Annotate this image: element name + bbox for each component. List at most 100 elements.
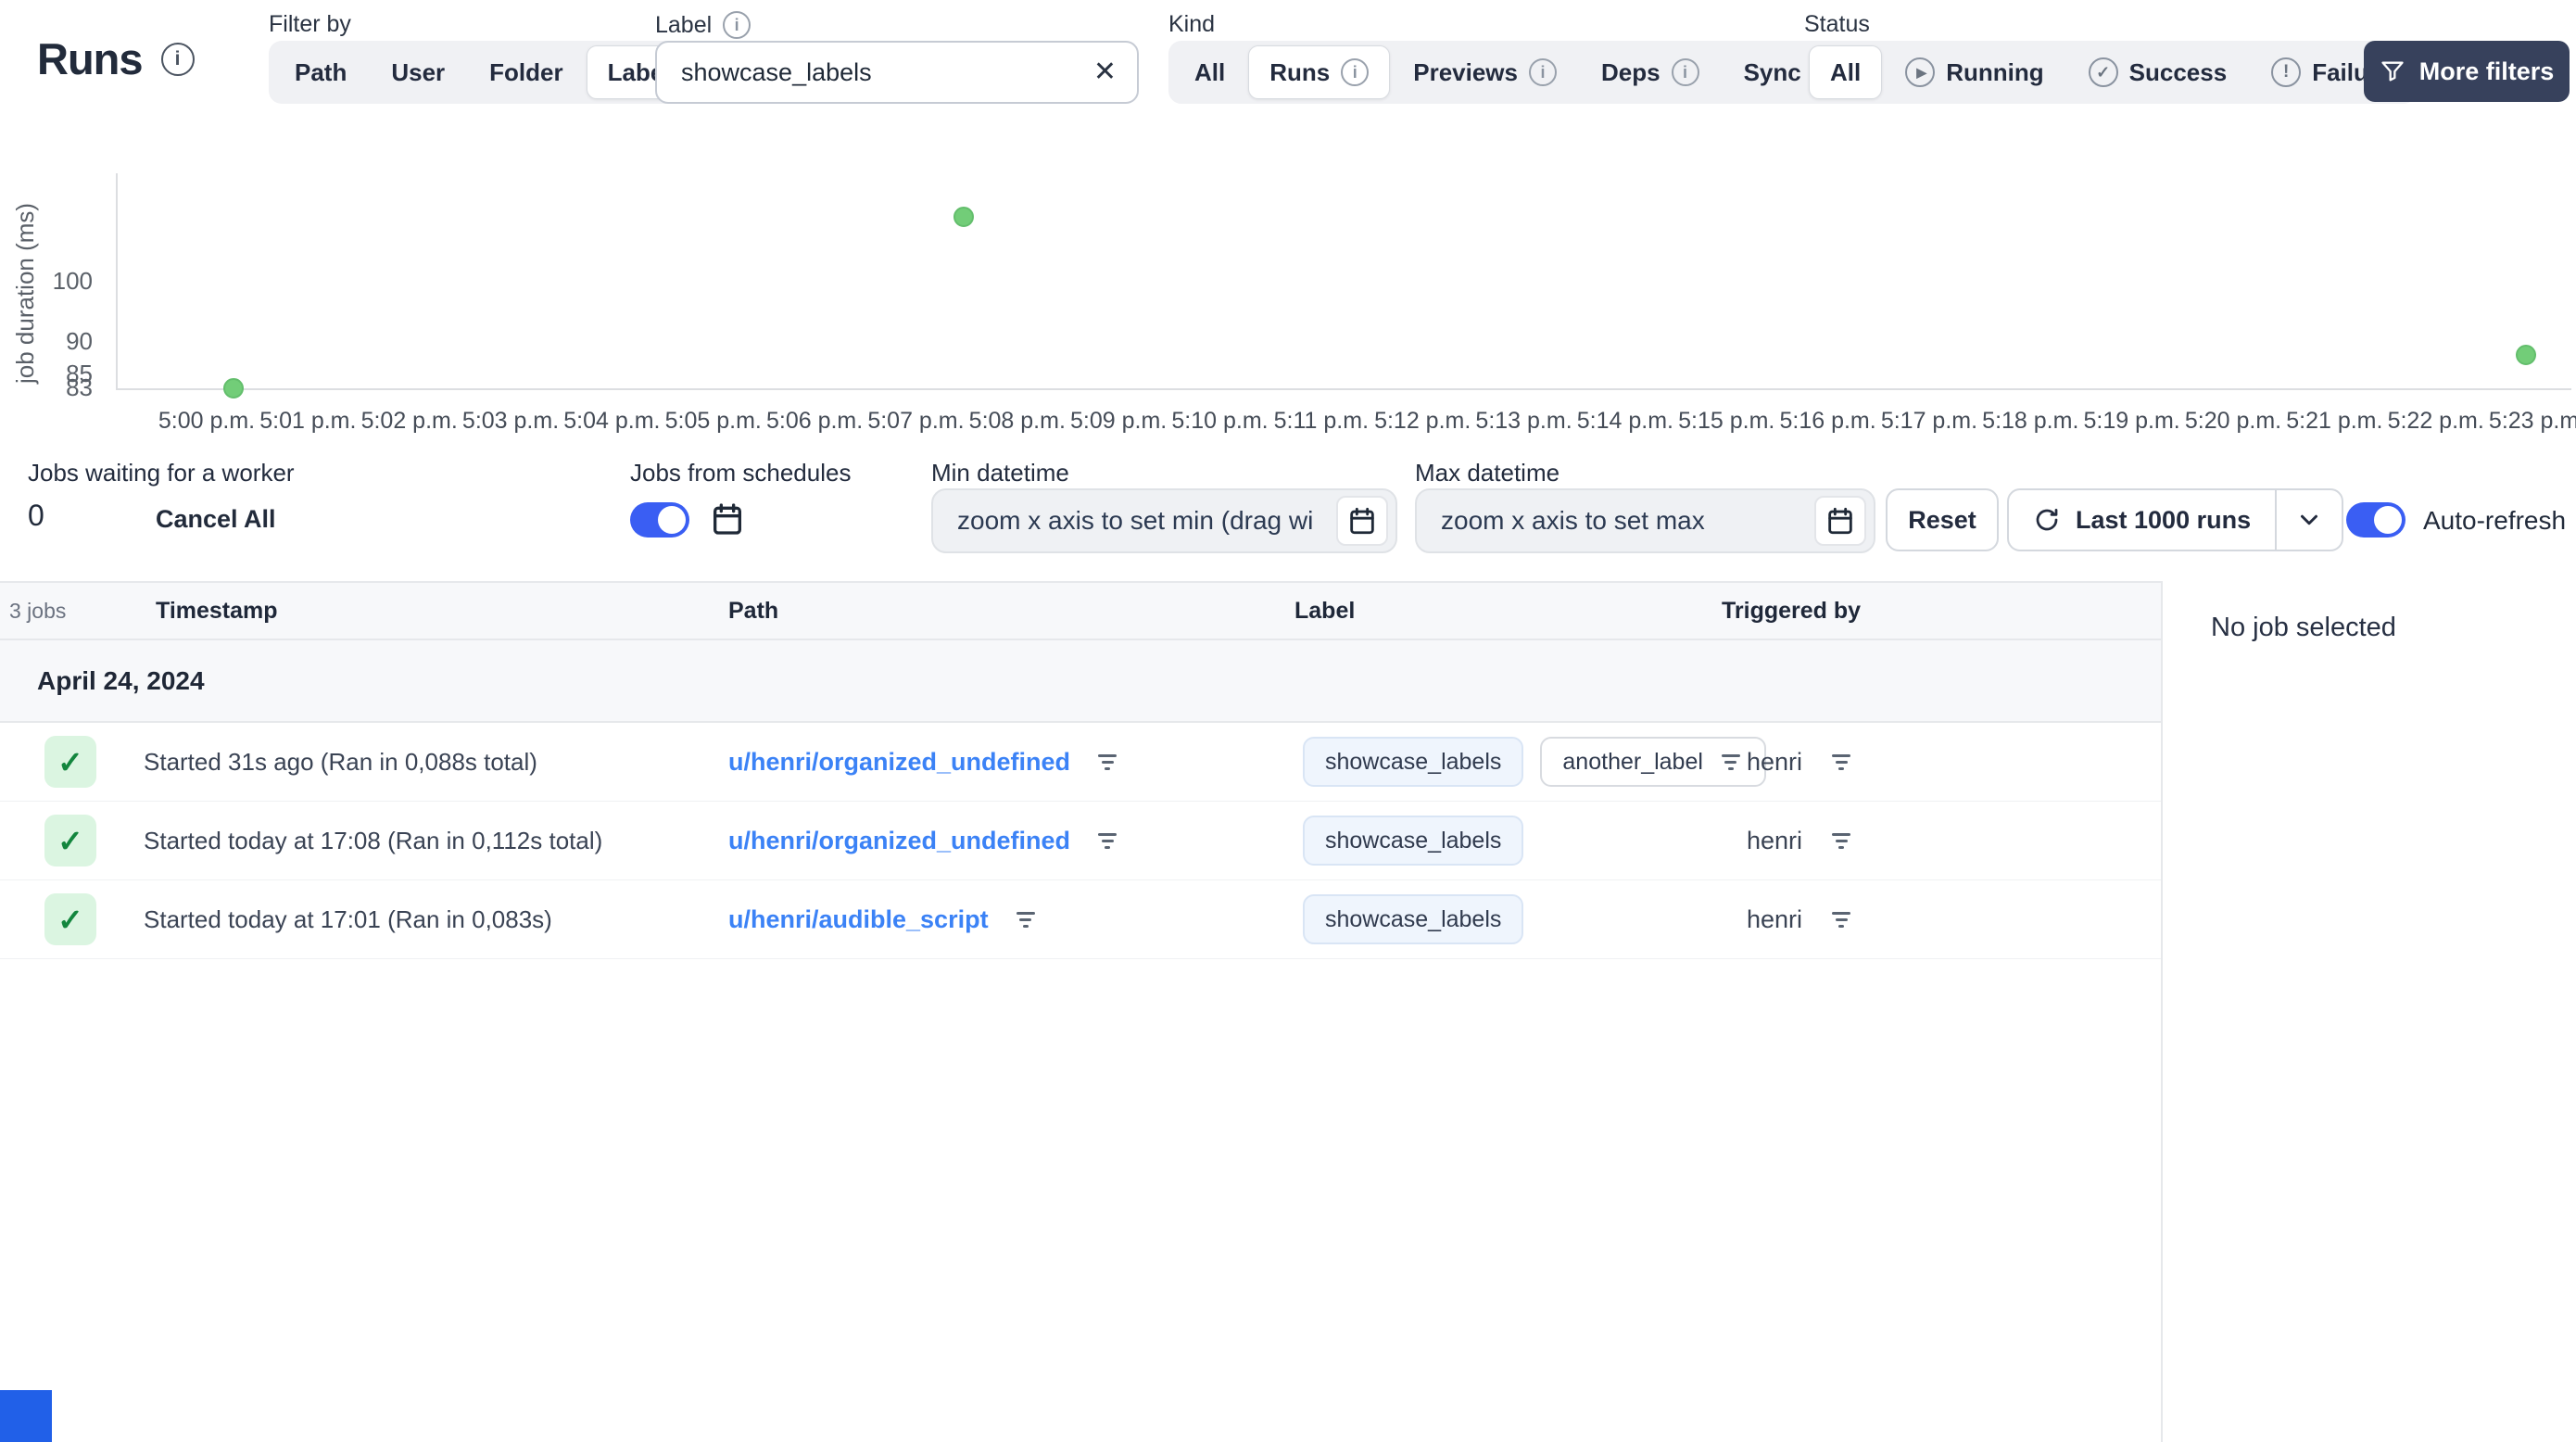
column-header-label: Label [1294, 597, 1356, 624]
reset-button[interactable]: Reset [1886, 488, 1999, 551]
status-option-all[interactable]: All [1809, 45, 1883, 99]
filter-by-segmented: Path User Folder Label [269, 41, 697, 104]
min-datetime-input[interactable] [957, 506, 1336, 536]
runs-count-dropdown[interactable] [2275, 490, 2342, 550]
x-axis-tick: 5:08 p.m. [968, 408, 1066, 434]
no-job-selected-text: No job selected [2211, 613, 2396, 642]
max-datetime-label: Max datetime [1415, 459, 1560, 487]
run-path-link[interactable]: u/henri/organized_undefined [728, 748, 1070, 777]
success-check-icon: ✓ [44, 736, 96, 788]
check-circle-icon: ✓ [2088, 57, 2118, 87]
triggered-by-cell: henri [1747, 880, 1854, 958]
column-header-triggered-by: Triggered by [1722, 597, 1862, 624]
table-row[interactable]: ✓ Started today at 17:08 (Ran in 0,112s t… [0, 802, 2161, 880]
kind-option-previews[interactable]: Previews i [1392, 45, 1578, 99]
refresh-runs-button[interactable]: Last 1000 runs [2009, 490, 2275, 550]
label-pill-text: showcase_labels [1325, 905, 1502, 932]
y-axis-tick: 90 [66, 326, 93, 355]
runs-count-button-group: Last 1000 runs [2007, 488, 2344, 551]
table-row[interactable]: ✓ Started 31s ago (Ran in 0,088s total) u/… [0, 723, 2161, 802]
labels-cell: showcase_labels [1303, 880, 1524, 958]
chevron-down-icon [2301, 514, 2318, 525]
page-title-wrap: Runs i [37, 33, 195, 84]
date-group-header: April 24, 2024 [0, 640, 2161, 723]
label-pill[interactable]: showcase_labels [1303, 816, 1524, 866]
x-axis-tick: 5:12 p.m. [1374, 408, 1471, 434]
label-filter-field: ✕ [655, 41, 1139, 104]
x-axis-tick: 5:20 p.m. [2184, 408, 2282, 434]
table-body: ✓ Started 31s ago (Ran in 0,088s total) u/… [0, 723, 2161, 959]
user-filter-icon[interactable] [1828, 751, 1854, 774]
path-filter-icon[interactable] [1013, 908, 1039, 931]
x-axis-tick: 5:02 p.m. [360, 408, 458, 434]
filterby-option-path[interactable]: Path [273, 45, 368, 99]
clear-label-icon[interactable]: ✕ [1093, 58, 1117, 86]
status-option-running[interactable]: ▶ Running [1884, 45, 2065, 99]
label-filter-input[interactable] [681, 57, 1093, 87]
run-path-link[interactable]: u/henri/organized_undefined [728, 827, 1070, 855]
auto-refresh-toggle[interactable] [2346, 502, 2406, 538]
filterby-option-folder[interactable]: Folder [468, 45, 584, 99]
kind-option-label: Deps [1600, 57, 1661, 86]
status-option-label: Running [1946, 57, 2044, 86]
runs-count-label: Last 1000 runs [2076, 505, 2252, 534]
x-axis-tick: 5:06 p.m. [765, 408, 864, 434]
bottom-left-widget[interactable] [0, 1390, 52, 1442]
triggered-by-user: henri [1747, 747, 1803, 776]
info-icon: i [723, 11, 751, 39]
x-axis-tick: 5:19 p.m. [2083, 408, 2180, 434]
labels-cell: showcase_labels [1303, 802, 1524, 879]
label-filter-icon[interactable] [1718, 751, 1744, 774]
run-dot[interactable] [223, 378, 245, 398]
label-pill-text: showcase_labels [1325, 827, 1502, 854]
x-axis-tick: 5:21 p.m. [2286, 408, 2383, 434]
kind-option-all[interactable]: All [1173, 45, 1246, 99]
filterby-option-user[interactable]: User [370, 45, 466, 99]
more-filters-button[interactable]: More filters [2364, 41, 2570, 102]
min-datetime-calendar-button[interactable] [1336, 496, 1388, 546]
kind-option-label: All [1194, 57, 1226, 86]
run-path-link[interactable]: u/henri/audible_script [728, 905, 989, 934]
kind-option-label: Sync [1743, 57, 1801, 86]
x-axis-tick: 5:23 p.m. [2488, 408, 2576, 434]
x-axis-tick: 5:01 p.m. [259, 408, 357, 434]
path-cell: u/henri/organized_undefined [728, 723, 1120, 801]
user-filter-icon[interactable] [1828, 908, 1854, 931]
label-filter-label: Label i [655, 11, 751, 39]
label-pill[interactable]: showcase_labels [1303, 737, 1524, 787]
funnel-icon [2381, 61, 2404, 82]
x-axis-tick: 5:17 p.m. [1880, 408, 1978, 434]
label-pill[interactable]: showcase_labels [1303, 894, 1524, 944]
label-pill[interactable]: another_label [1540, 737, 1766, 787]
max-datetime-calendar-button[interactable] [1814, 496, 1866, 546]
path-filter-icon[interactable] [1094, 829, 1120, 853]
x-axis-tick: 5:18 p.m. [1982, 408, 2079, 434]
x-axis-tick: 5:00 p.m. [158, 408, 256, 434]
x-axis-tick: 5:22 p.m. [2387, 408, 2484, 434]
alert-circle-icon: ! [2271, 57, 2302, 87]
x-axis-tick: 5:03 p.m. [461, 408, 560, 434]
x-axis-tick: 5:15 p.m. [1678, 408, 1775, 434]
status-option-success[interactable]: ✓ Success [2067, 45, 2249, 99]
kind-option-deps[interactable]: Deps i [1580, 45, 1721, 99]
jobs-from-schedules-label: Jobs from schedules [630, 459, 852, 487]
run-dot[interactable] [953, 206, 974, 227]
x-axis-tick: 5:04 p.m. [563, 408, 661, 434]
user-filter-icon[interactable] [1828, 829, 1854, 853]
table-row[interactable]: ✓ Started today at 17:01 (Ran in 0,083s) u… [0, 880, 2161, 959]
refresh-icon [2036, 509, 2058, 531]
schedules-calendar-icon[interactable] [709, 500, 746, 538]
max-datetime-input[interactable] [1441, 506, 1814, 536]
jobs-waiting-count: 0 [28, 499, 44, 532]
kind-option-runs[interactable]: Runs i [1248, 45, 1391, 99]
jobs-from-schedules-toggle[interactable] [630, 502, 689, 538]
triggered-by-user: henri [1747, 826, 1803, 854]
cancel-all-button[interactable]: Cancel All [156, 505, 276, 534]
path-filter-icon[interactable] [1094, 751, 1120, 774]
job-detail-panel: No job selected [2161, 581, 2576, 1442]
filter-by-label: Filter by [269, 11, 351, 37]
table-header: 3 jobs Timestamp Path Label Triggered by [0, 583, 2161, 640]
label-pill-text: another_label [1562, 748, 1703, 775]
kind-option-label: Previews [1413, 57, 1518, 86]
run-dot[interactable] [2516, 344, 2537, 365]
